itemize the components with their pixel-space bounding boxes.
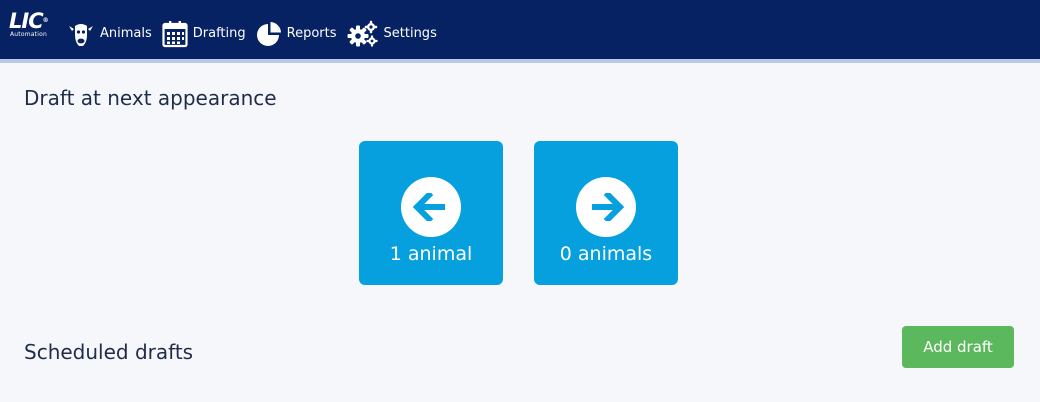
nav-item-reports[interactable]: Reports (251, 4, 342, 63)
pie-chart-icon (256, 21, 282, 47)
logo-text: LIC (9, 9, 44, 33)
right-tile-count: 0 animals (559, 243, 653, 265)
gears-icon (347, 20, 379, 48)
nav-item-settings[interactable]: Settings (342, 4, 442, 63)
draft-next-title: Draft at next appearance (24, 86, 277, 110)
nav-item-drafting[interactable]: Drafting (156, 4, 251, 63)
nav-label-drafting: Drafting (192, 26, 246, 41)
draft-right-tile[interactable]: 0 animals (534, 141, 678, 285)
add-draft-button[interactable]: Add draft (902, 326, 1014, 368)
nav-divider (0, 59, 1040, 63)
draft-left-tile[interactable]: 1 animal (359, 141, 503, 285)
arrow-left-icon (401, 177, 461, 237)
scheduled-drafts-title: Scheduled drafts (24, 340, 194, 364)
calendar-icon (162, 20, 188, 48)
top-nav-bar: LIC® Automation Animals Drafting Reports… (0, 0, 1040, 62)
nav-label-animals: Animals (100, 26, 152, 41)
lic-logo[interactable]: LIC® Automation (0, 0, 62, 59)
left-tile-count: 1 animal (389, 243, 473, 265)
cow-icon (67, 20, 95, 48)
arrow-right-icon (576, 177, 636, 237)
nav-label-settings: Settings (383, 26, 437, 41)
logo-mark: ® (42, 17, 49, 24)
nav-label-reports: Reports (286, 26, 337, 41)
nav-item-animals[interactable]: Animals (62, 4, 157, 63)
logo-subtitle: Automation (10, 31, 47, 38)
